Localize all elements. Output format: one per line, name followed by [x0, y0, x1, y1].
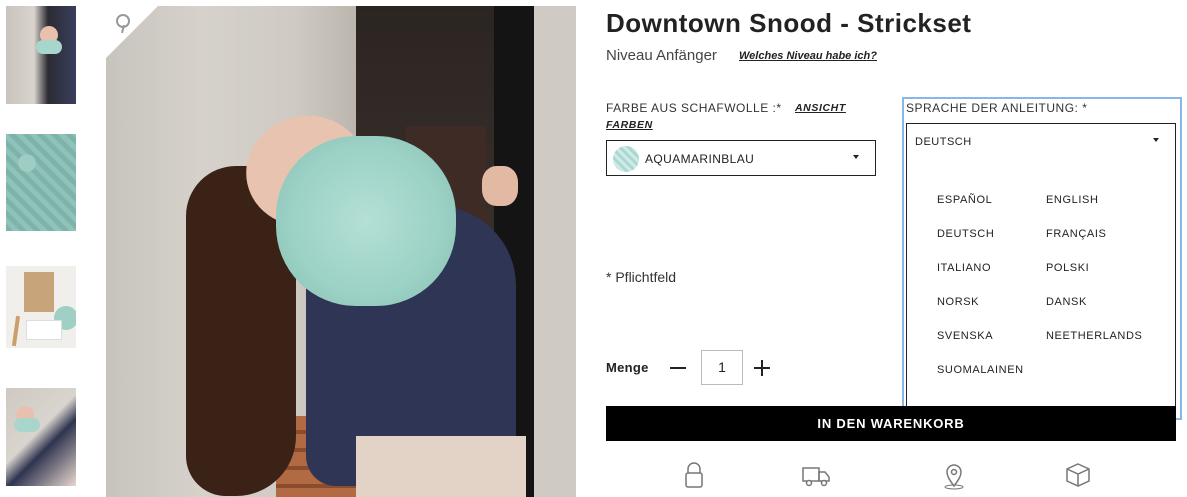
location-pin-icon	[939, 460, 969, 490]
quantity-input[interactable]: 1	[701, 350, 743, 385]
image-wall	[534, 6, 576, 497]
quantity-decrease-button[interactable]	[670, 367, 686, 369]
language-option[interactable]: DANSK	[1046, 296, 1087, 308]
language-option[interactable]: POLSKI	[1046, 262, 1089, 274]
add-to-cart-button[interactable]: IN DEN WARENKORB	[606, 406, 1176, 441]
quantity-label: Menge	[606, 360, 649, 375]
view-colors-link-continued[interactable]: FARBEN	[606, 119, 653, 131]
thumbnail-card	[26, 320, 62, 340]
language-option[interactable]: SVENSKA	[937, 330, 993, 342]
language-select[interactable]: DEUTSCH	[906, 123, 1176, 159]
thumbnail-scarf	[36, 40, 62, 54]
language-option[interactable]: DEUTSCH	[937, 228, 994, 240]
color-select[interactable]: AQUAMARINBLAU	[606, 140, 876, 176]
product-level: Niveau Anfänger	[606, 47, 717, 64]
language-option[interactable]: ITALIANO	[937, 262, 991, 274]
chevron-down-icon	[1153, 138, 1159, 142]
thumbnail-3[interactable]	[6, 266, 76, 348]
thumbnail-2[interactable]	[6, 134, 76, 231]
color-label: FARBE AUS SCHAFWOLLE :*	[606, 101, 782, 115]
pinterest-icon[interactable]	[116, 14, 130, 28]
language-option[interactable]: ENGLISH	[1046, 194, 1099, 206]
view-colors-link[interactable]: ANSICHT	[795, 102, 846, 114]
thumbnail-4[interactable]	[6, 388, 76, 486]
language-option[interactable]: FRANÇAIS	[1046, 228, 1106, 240]
image-scarf	[276, 136, 456, 306]
quantity-increase-button[interactable]	[754, 360, 770, 376]
thumbnail-needle	[11, 315, 21, 347]
delivery-truck-icon	[801, 460, 831, 490]
language-selected-value: DEUTSCH	[915, 136, 972, 148]
language-option[interactable]: SUOMALAINEN	[937, 364, 1024, 376]
thumbnail-1[interactable]	[6, 6, 76, 104]
color-selected-value: AQUAMARINBLAU	[645, 152, 755, 166]
main-product-image	[106, 6, 576, 497]
package-icon	[1063, 460, 1093, 490]
image-hand	[482, 166, 518, 206]
required-note: * Pflichtfeld	[606, 269, 677, 285]
lock-icon	[679, 460, 709, 490]
chevron-down-icon	[853, 155, 859, 159]
language-option[interactable]: ESPAÑOL	[937, 194, 992, 206]
color-swatch	[613, 146, 639, 172]
product-title: Downtown Snood - Strickset	[606, 8, 972, 38]
language-option[interactable]: NEETHERLANDS	[1046, 330, 1142, 342]
level-info-link[interactable]: Welches Niveau habe ich?	[739, 50, 877, 62]
thumbnail-box	[24, 272, 54, 312]
language-label: SPRACHE DER ANLEITUNG: *	[906, 101, 1088, 115]
language-option[interactable]: NORSK	[937, 296, 979, 308]
pin-corner	[106, 6, 158, 58]
language-dropdown: ESPAÑOL DEUTSCH ITALIANO NORSK SVENSKA S…	[906, 158, 1176, 414]
image-skirt	[356, 436, 526, 497]
thumbnail-scarf	[14, 418, 40, 432]
